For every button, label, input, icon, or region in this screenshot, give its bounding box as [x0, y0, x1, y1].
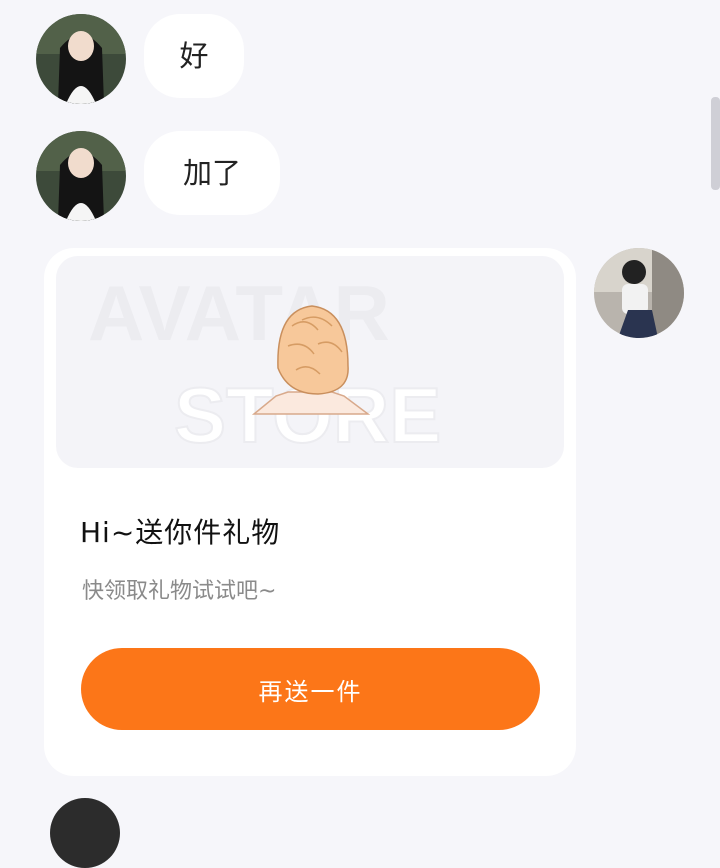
gift-card-image: AVATAR STORE	[56, 256, 564, 468]
contact-avatar[interactable]	[36, 131, 126, 221]
send-another-button[interactable]: 再送一件	[81, 648, 540, 730]
gift-card-subtitle: 快领取礼物试试吧~	[82, 579, 277, 604]
gift-card-title: Hi~送你件礼物	[80, 516, 281, 549]
contact-avatar[interactable]	[36, 14, 126, 104]
self-avatar[interactable]	[594, 248, 684, 338]
message-bubble[interactable]: 加了	[144, 131, 280, 215]
message-text: 好	[179, 38, 209, 73]
message-bubble[interactable]: 好	[144, 14, 244, 98]
message-text: 加了	[182, 155, 241, 190]
scrollbar[interactable]	[711, 97, 720, 190]
gift-card[interactable]: AVATAR STORE Hi~送你件礼物 快领取礼物试试吧~ 再送一件	[44, 248, 576, 776]
contact-avatar[interactable]	[50, 798, 120, 868]
